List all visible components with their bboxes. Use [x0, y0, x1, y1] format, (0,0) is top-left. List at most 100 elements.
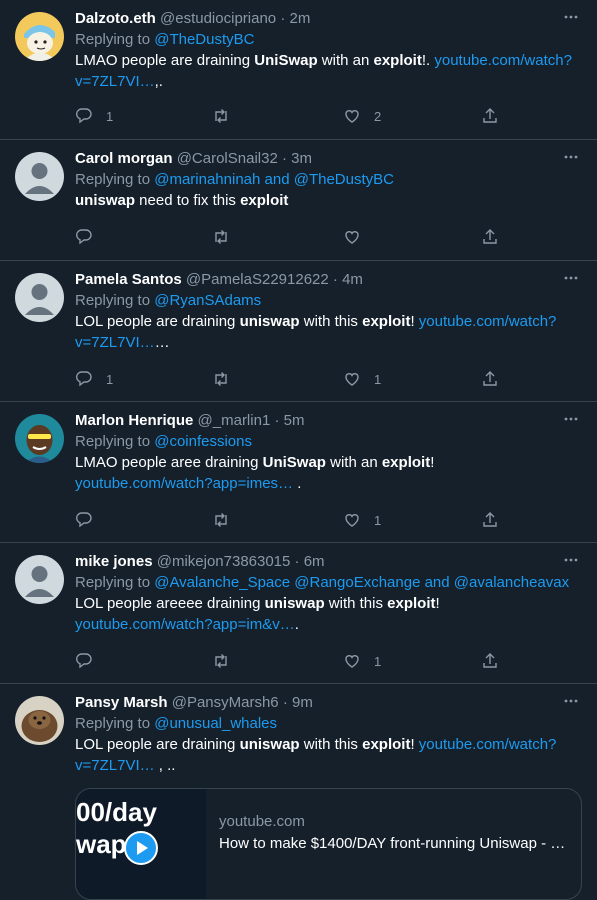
more-options-icon[interactable]	[563, 693, 579, 709]
retweet-button[interactable]	[212, 510, 230, 530]
timestamp[interactable]: · 3m	[282, 150, 312, 167]
retweet-button[interactable]	[212, 651, 230, 671]
mention-link[interactable]: @RyanSAdams	[154, 292, 261, 309]
reply-button[interactable]	[75, 227, 93, 247]
retweet-icon	[215, 654, 227, 668]
tweet[interactable]: Carol morgan @CarolSnail32 · 3m Replying…	[0, 140, 597, 261]
reply-count: 1	[106, 371, 114, 387]
reply-button[interactable]	[75, 651, 93, 671]
youtube-link[interactable]: youtube.com/watch?app=im&v…	[75, 616, 295, 633]
share-button[interactable]	[481, 227, 499, 247]
avatar[interactable]	[15, 273, 64, 322]
like-button[interactable]: 2	[343, 106, 381, 126]
display-name[interactable]: Pamela Santos	[75, 271, 182, 288]
sunglasses-avatar-icon	[15, 414, 64, 463]
like-button[interactable]: 1	[343, 510, 381, 530]
default-avatar-icon	[15, 273, 64, 322]
mention-link[interactable]: @avalancheavax	[454, 574, 569, 591]
reply-icon	[76, 653, 92, 669]
tweet[interactable]: Pamela Santos @PamelaS22912622 · 4m Repl…	[0, 261, 597, 402]
handle[interactable]: @PansyMarsh6	[172, 694, 279, 711]
tweet-text: LOL people areeee draining uniswap with …	[75, 595, 440, 633]
heart-icon	[345, 655, 359, 668]
reply-button[interactable]: 1	[75, 369, 113, 389]
share-button[interactable]	[481, 651, 499, 671]
avatar[interactable]	[15, 12, 64, 61]
handle[interactable]: @mikejon73863015	[157, 553, 291, 570]
like-button[interactable]: 1	[343, 369, 381, 389]
handle[interactable]: @PamelaS22912622	[186, 271, 329, 288]
reply-button[interactable]	[75, 510, 93, 530]
display-name[interactable]: Marlon Henrique	[75, 412, 193, 429]
retweet-button[interactable]	[212, 106, 230, 126]
avatar[interactable]	[15, 555, 64, 604]
replying-label: Replying to	[75, 433, 155, 450]
handle[interactable]: @estudiocipriano	[160, 10, 276, 27]
tweet-text: LMAO people are draining UniSwap with an…	[75, 52, 572, 90]
video-thumbnail: 00/day wap	[76, 789, 206, 899]
reply-button[interactable]: 1	[75, 106, 113, 126]
tweet[interactable]: Marlon Henrique @_marlin1 · 5m Replying …	[0, 402, 597, 543]
avatar[interactable]	[15, 414, 64, 463]
retweet-icon	[215, 513, 227, 527]
share-icon	[483, 371, 497, 386]
share-icon	[483, 653, 497, 668]
handle[interactable]: @_marlin1	[198, 412, 271, 429]
display-name[interactable]: mike jones	[75, 553, 153, 570]
like-button[interactable]	[343, 227, 361, 247]
tweet[interactable]: Dalzoto.eth @estudiocipriano · 2m Replyi…	[0, 0, 597, 140]
like-count: 1	[374, 653, 382, 669]
mention-link[interactable]: @Avalanche_Space @RangoExchange	[154, 574, 420, 591]
avatar[interactable]	[15, 696, 64, 745]
tweet-text: LOL people are draining uniswap with thi…	[75, 736, 557, 774]
heart-icon	[345, 373, 359, 386]
default-avatar-icon	[15, 555, 64, 604]
retweet-icon	[215, 109, 227, 123]
share-button[interactable]	[481, 106, 499, 126]
more-options-icon[interactable]	[563, 552, 579, 568]
like-count: 1	[374, 512, 382, 528]
reply-count: 1	[106, 108, 114, 124]
heart-icon	[345, 231, 359, 244]
share-button[interactable]	[481, 369, 499, 389]
more-options-icon[interactable]	[563, 411, 579, 427]
timestamp[interactable]: · 4m	[333, 271, 363, 288]
heart-icon	[345, 514, 359, 527]
more-options-icon[interactable]	[563, 270, 579, 286]
timestamp[interactable]: · 2m	[280, 10, 310, 27]
mention-link[interactable]: @unusual_whales	[154, 715, 277, 732]
display-name[interactable]: Pansy Marsh	[75, 694, 168, 711]
share-icon	[483, 512, 497, 527]
mention-link[interactable]: @marinahninah	[154, 171, 260, 188]
replying-label: Replying to	[75, 715, 155, 732]
card-title: How to make $1400/DAY front-running Unis…	[219, 835, 566, 852]
mention-link[interactable]: @TheDustyBC	[154, 31, 254, 48]
display-name[interactable]: Dalzoto.eth	[75, 10, 156, 27]
like-button[interactable]: 1	[343, 651, 381, 671]
display-name[interactable]: Carol morgan	[75, 150, 173, 167]
more-options-icon[interactable]	[563, 149, 579, 165]
timestamp[interactable]: · 6m	[295, 553, 325, 570]
retweet-button[interactable]	[212, 227, 230, 247]
handle[interactable]: @CarolSnail32	[177, 150, 278, 167]
share-icon	[483, 229, 497, 244]
tweet-text: LOL people are draining uniswap with thi…	[75, 313, 557, 351]
mention-link[interactable]: @TheDustyBC	[294, 171, 394, 188]
retweet-icon	[215, 372, 227, 386]
reply-icon	[76, 108, 92, 124]
default-avatar-icon	[15, 152, 64, 201]
tweet[interactable]: Pansy Marsh @PansyMarsh6 · 9m Replying t…	[0, 684, 597, 900]
timestamp[interactable]: · 5m	[274, 412, 304, 429]
tweet[interactable]: mike jones @mikejon73863015 · 6m Replyin…	[0, 543, 597, 684]
more-options-icon[interactable]	[563, 9, 579, 25]
link-preview-card[interactable]: 00/day wap youtube.com How to make $1400…	[75, 788, 582, 900]
mention-link[interactable]: @coinfessions	[154, 433, 252, 450]
play-icon[interactable]	[124, 831, 158, 865]
avatar[interactable]	[15, 152, 64, 201]
retweet-button[interactable]	[212, 369, 230, 389]
timestamp[interactable]: · 9m	[283, 694, 313, 711]
retweet-icon	[215, 230, 227, 244]
share-button[interactable]	[481, 510, 499, 530]
youtube-link[interactable]: youtube.com/watch?app=imes…	[75, 475, 293, 492]
replying-label: Replying to	[75, 171, 155, 188]
